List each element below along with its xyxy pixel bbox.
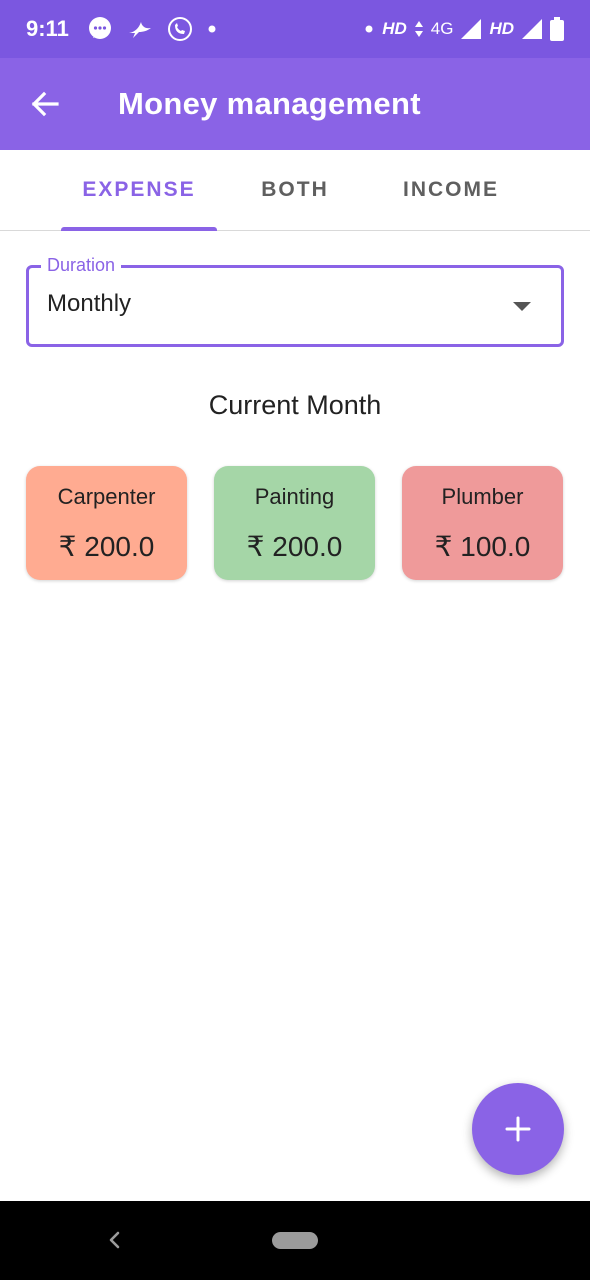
chat-bubble-icon (88, 17, 111, 39)
category-card-painting[interactable]: Painting ₹ 200.0 (214, 466, 375, 580)
section-title: Current Month (208, 390, 382, 420)
hd-label: HD (489, 19, 514, 38)
card-label: Carpenter (57, 484, 156, 509)
nav-home-pill[interactable] (272, 1232, 318, 1249)
tab-income[interactable]: INCOME (373, 150, 529, 230)
add-button[interactable] (472, 1083, 564, 1175)
signal-icon (522, 19, 542, 39)
status-bar: 9:11 HD 4G HD (0, 0, 590, 58)
network-type-label: 4G (430, 19, 454, 38)
back-button[interactable] (0, 58, 90, 150)
arrow-left-icon (31, 91, 59, 117)
card-amount: ₹ 200.0 (246, 531, 343, 562)
plus-icon (505, 1116, 531, 1142)
tab-bar: EXPENSE BOTH INCOME (0, 150, 590, 231)
data-arrows-icon (414, 21, 423, 37)
duration-value: Monthly (47, 290, 132, 317)
call-icon (167, 17, 192, 41)
status-notification-icons (87, 16, 217, 42)
battery-icon (550, 17, 564, 41)
card-label: Plumber (441, 484, 524, 509)
dot-icon (365, 25, 373, 33)
category-card-carpenter[interactable]: Carpenter ₹ 200.0 (26, 466, 187, 580)
card-label: Painting (254, 484, 335, 509)
category-card-plumber[interactable]: Plumber ₹ 100.0 (402, 466, 563, 580)
status-system-icons: HD 4G HD (364, 17, 564, 41)
duration-label: Duration (41, 255, 122, 276)
dot-icon (208, 25, 216, 33)
hd-label: HD (382, 19, 407, 38)
bird-icon (128, 22, 151, 38)
status-time: 9:11 (26, 16, 69, 41)
page-title: Money management (118, 86, 421, 121)
tab-both[interactable]: BOTH (217, 150, 373, 230)
duration-dropdown[interactable]: Duration Monthly (26, 255, 564, 347)
category-cards: Carpenter ₹ 200.0 Painting ₹ 200.0 Plumb… (26, 466, 564, 580)
system-nav-bar (0, 1201, 590, 1280)
dropdown-arrow-icon (513, 302, 531, 311)
app-bar: Money management (0, 58, 590, 150)
tab-expense[interactable]: EXPENSE (61, 150, 217, 231)
card-amount: ₹ 100.0 (434, 531, 531, 562)
nav-back-icon[interactable] (100, 1225, 130, 1255)
signal-icon (461, 19, 482, 39)
card-amount: ₹ 200.0 (58, 531, 155, 562)
